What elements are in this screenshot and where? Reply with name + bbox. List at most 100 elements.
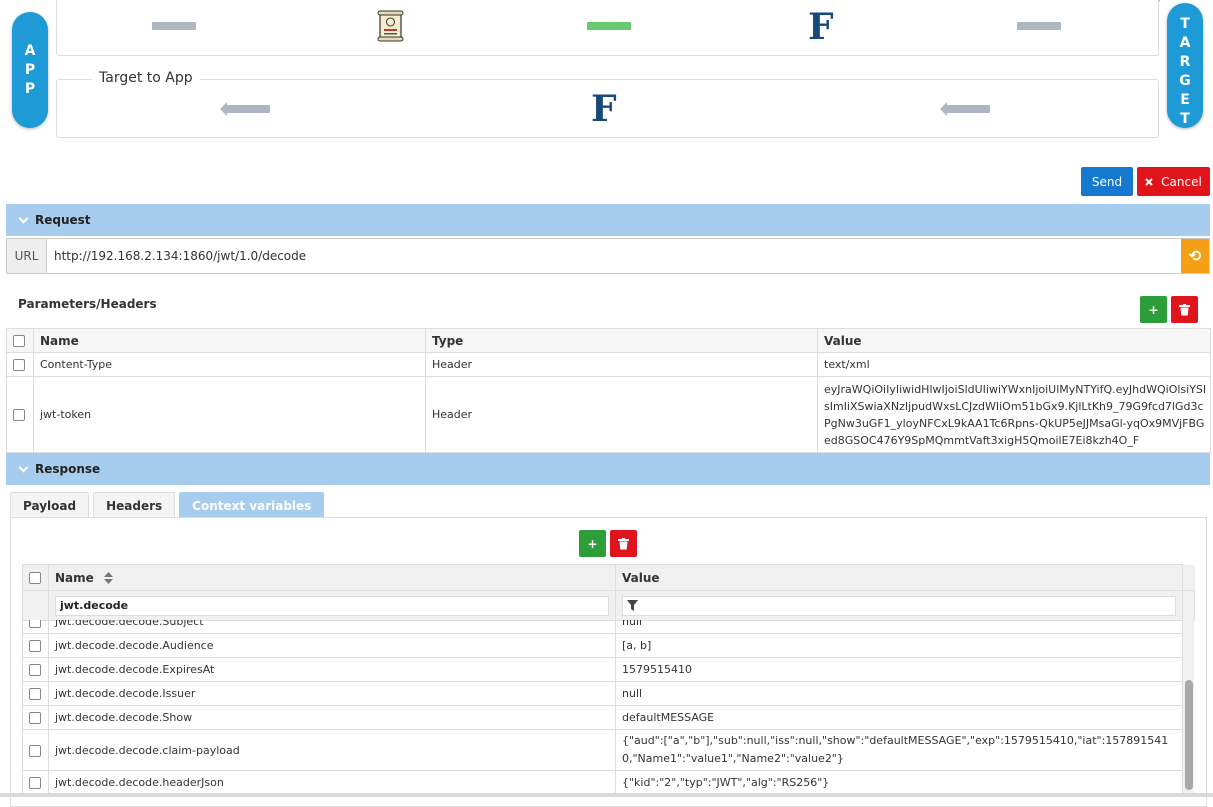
row-checkbox[interactable]	[29, 640, 41, 652]
table-row[interactable]: Content-Type Header text/xml	[6, 352, 1211, 377]
row-checkbox[interactable]	[13, 359, 25, 371]
variable-name[interactable]: jwt.decode.decode.headerJson	[48, 770, 616, 795]
variable-value[interactable]: {"aud":["a","b"],"sub":null,"iss":null,"…	[615, 729, 1183, 771]
select-all-checkbox[interactable]	[29, 572, 41, 584]
flow-arrow-left-icon	[940, 102, 990, 116]
param-value[interactable]: text/xml	[817, 352, 1211, 377]
chevron-down-icon	[18, 462, 29, 472]
select-all-checkbox[interactable]	[13, 335, 25, 347]
reset-url-button[interactable]: ⟲	[1181, 239, 1209, 273]
table-row[interactable]: jwt.decode.decode.Subject null	[22, 620, 1183, 634]
variable-name[interactable]: jwt.decode.decode.Issuer	[48, 681, 616, 706]
row-checkbox[interactable]	[29, 664, 41, 676]
table-row[interactable]: jwt.decode.decode.headerJson {"kid":"2",…	[22, 770, 1183, 795]
variable-value[interactable]: [a, b]	[615, 633, 1183, 658]
target-letter: A	[1179, 35, 1191, 51]
f-logo-icon[interactable]: F	[808, 9, 834, 45]
column-header-value[interactable]: Value	[615, 564, 1183, 591]
trash-icon	[1179, 303, 1190, 315]
name-filter-input[interactable]	[55, 595, 609, 616]
table-row[interactable]: jwt.decode.decode.claim-payload {"aud":[…	[22, 729, 1183, 771]
row-checkbox[interactable]	[13, 409, 25, 421]
trash-icon	[618, 537, 629, 549]
row-checkbox[interactable]	[29, 712, 41, 724]
column-header-name[interactable]: Name	[48, 564, 616, 591]
cancel-label: Cancel	[1161, 174, 1202, 189]
param-value[interactable]: eyJraWQiOiIyIiwidHlwIjoiSldUIiwiYWxnIjoi…	[817, 376, 1211, 453]
tab-context-variables[interactable]: Context variables	[179, 492, 325, 518]
target-letter: T	[1180, 16, 1190, 32]
flow-arrow-active-icon	[587, 22, 631, 30]
variable-value[interactable]: {"kid":"2","typ":"JWT","alg":"RS256"}	[615, 770, 1183, 795]
table-row[interactable]: jwt-token Header eyJraWQiOiIyIiwidHlwIjo…	[6, 376, 1211, 453]
policy-scroll-icon[interactable]	[377, 10, 404, 42]
variable-value[interactable]: defaultMESSAGE	[615, 705, 1183, 730]
scrollbar-thumb[interactable]	[1185, 680, 1193, 790]
variable-name[interactable]: jwt.decode.decode.Show	[48, 705, 616, 730]
add-variable-button[interactable]: +	[579, 530, 606, 557]
param-value-text: eyJraWQiOiIyIiwidHlwIjoiSldUIiwiYWxnIjoi…	[824, 382, 1207, 447]
table-row[interactable]: jwt.decode.decode.Show defaultMESSAGE	[22, 705, 1183, 730]
delete-variable-button[interactable]	[610, 530, 637, 557]
bottom-toolbar-strip	[0, 793, 1213, 797]
variable-name[interactable]: jwt.decode.decode.Audience	[48, 633, 616, 658]
row-checkbox[interactable]	[29, 688, 41, 700]
table-header-row: Name Type Value	[6, 328, 1211, 353]
target-letter: T	[1180, 111, 1190, 127]
variable-name[interactable]: jwt.decode.decode.ExpiresAt	[48, 657, 616, 682]
add-param-button[interactable]: +	[1140, 296, 1167, 323]
variable-name[interactable]: jwt.decode.decode.Subject	[48, 620, 616, 634]
column-label: Name	[55, 570, 94, 585]
request-section-header[interactable]: Request	[6, 204, 1210, 236]
app-endpoint-pill: A P P	[12, 12, 48, 128]
tab-headers[interactable]: Headers	[93, 492, 176, 518]
response-section-header[interactable]: Response	[6, 453, 1210, 485]
response-section-title: Response	[35, 462, 101, 476]
url-label: URL	[7, 239, 47, 273]
tab-payload[interactable]: Payload	[10, 492, 90, 518]
param-name[interactable]: Content-Type	[33, 352, 426, 377]
target-letter: E	[1180, 92, 1190, 108]
variable-value[interactable]: null	[615, 681, 1183, 706]
send-button[interactable]: Send	[1081, 167, 1133, 196]
column-header[interactable]: Name	[33, 328, 426, 353]
vertical-scrollbar[interactable]	[1182, 620, 1194, 797]
variable-value[interactable]: null	[615, 620, 1183, 634]
response-flow-legend: Target to App	[92, 70, 200, 86]
row-checkbox[interactable]	[29, 744, 41, 757]
flow-arrow-right-icon	[152, 22, 196, 30]
app-letter: P	[24, 62, 36, 78]
undo-icon: ⟲	[1188, 247, 1202, 265]
context-table-body: jwt.decode.decode.Subject null jwt.decod…	[22, 620, 1194, 797]
row-checkbox[interactable]	[29, 777, 41, 789]
url-row: URL ⟲	[6, 238, 1210, 274]
filter-icon	[627, 599, 638, 611]
f-logo-icon[interactable]: F	[591, 91, 617, 127]
param-name[interactable]: jwt-token	[33, 376, 426, 453]
sort-icon[interactable]	[103, 572, 113, 584]
value-filter-input[interactable]	[622, 595, 1176, 616]
app-letter: A	[24, 43, 36, 59]
target-letter: G	[1179, 73, 1191, 89]
table-row[interactable]: jwt.decode.decode.Audience [a, b]	[22, 633, 1183, 658]
column-header[interactable]: Type	[425, 328, 818, 353]
param-type[interactable]: Header	[425, 376, 818, 453]
params-headers-title: Parameters/Headers	[18, 297, 157, 311]
send-label: Send	[1091, 174, 1123, 189]
variable-value[interactable]: 1579515410	[615, 657, 1183, 682]
url-input[interactable]	[47, 239, 1181, 273]
chevron-down-icon	[18, 213, 29, 223]
select-all-cell	[6, 328, 34, 353]
row-checkbox[interactable]	[29, 620, 41, 628]
filter-row	[22, 590, 1195, 621]
request-section-title: Request	[35, 213, 91, 227]
params-table: Name Type Value Content-Type Header text…	[6, 328, 1211, 453]
cancel-button[interactable]: Cancel	[1137, 167, 1210, 196]
variable-name[interactable]: jwt.decode.decode.claim-payload	[48, 729, 616, 771]
app-letter: P	[24, 81, 36, 97]
param-type[interactable]: Header	[425, 352, 818, 377]
delete-param-button[interactable]	[1171, 296, 1198, 323]
column-header[interactable]: Value	[817, 328, 1211, 353]
table-row[interactable]: jwt.decode.decode.ExpiresAt 1579515410	[22, 657, 1183, 682]
table-row[interactable]: jwt.decode.decode.Issuer null	[22, 681, 1183, 706]
